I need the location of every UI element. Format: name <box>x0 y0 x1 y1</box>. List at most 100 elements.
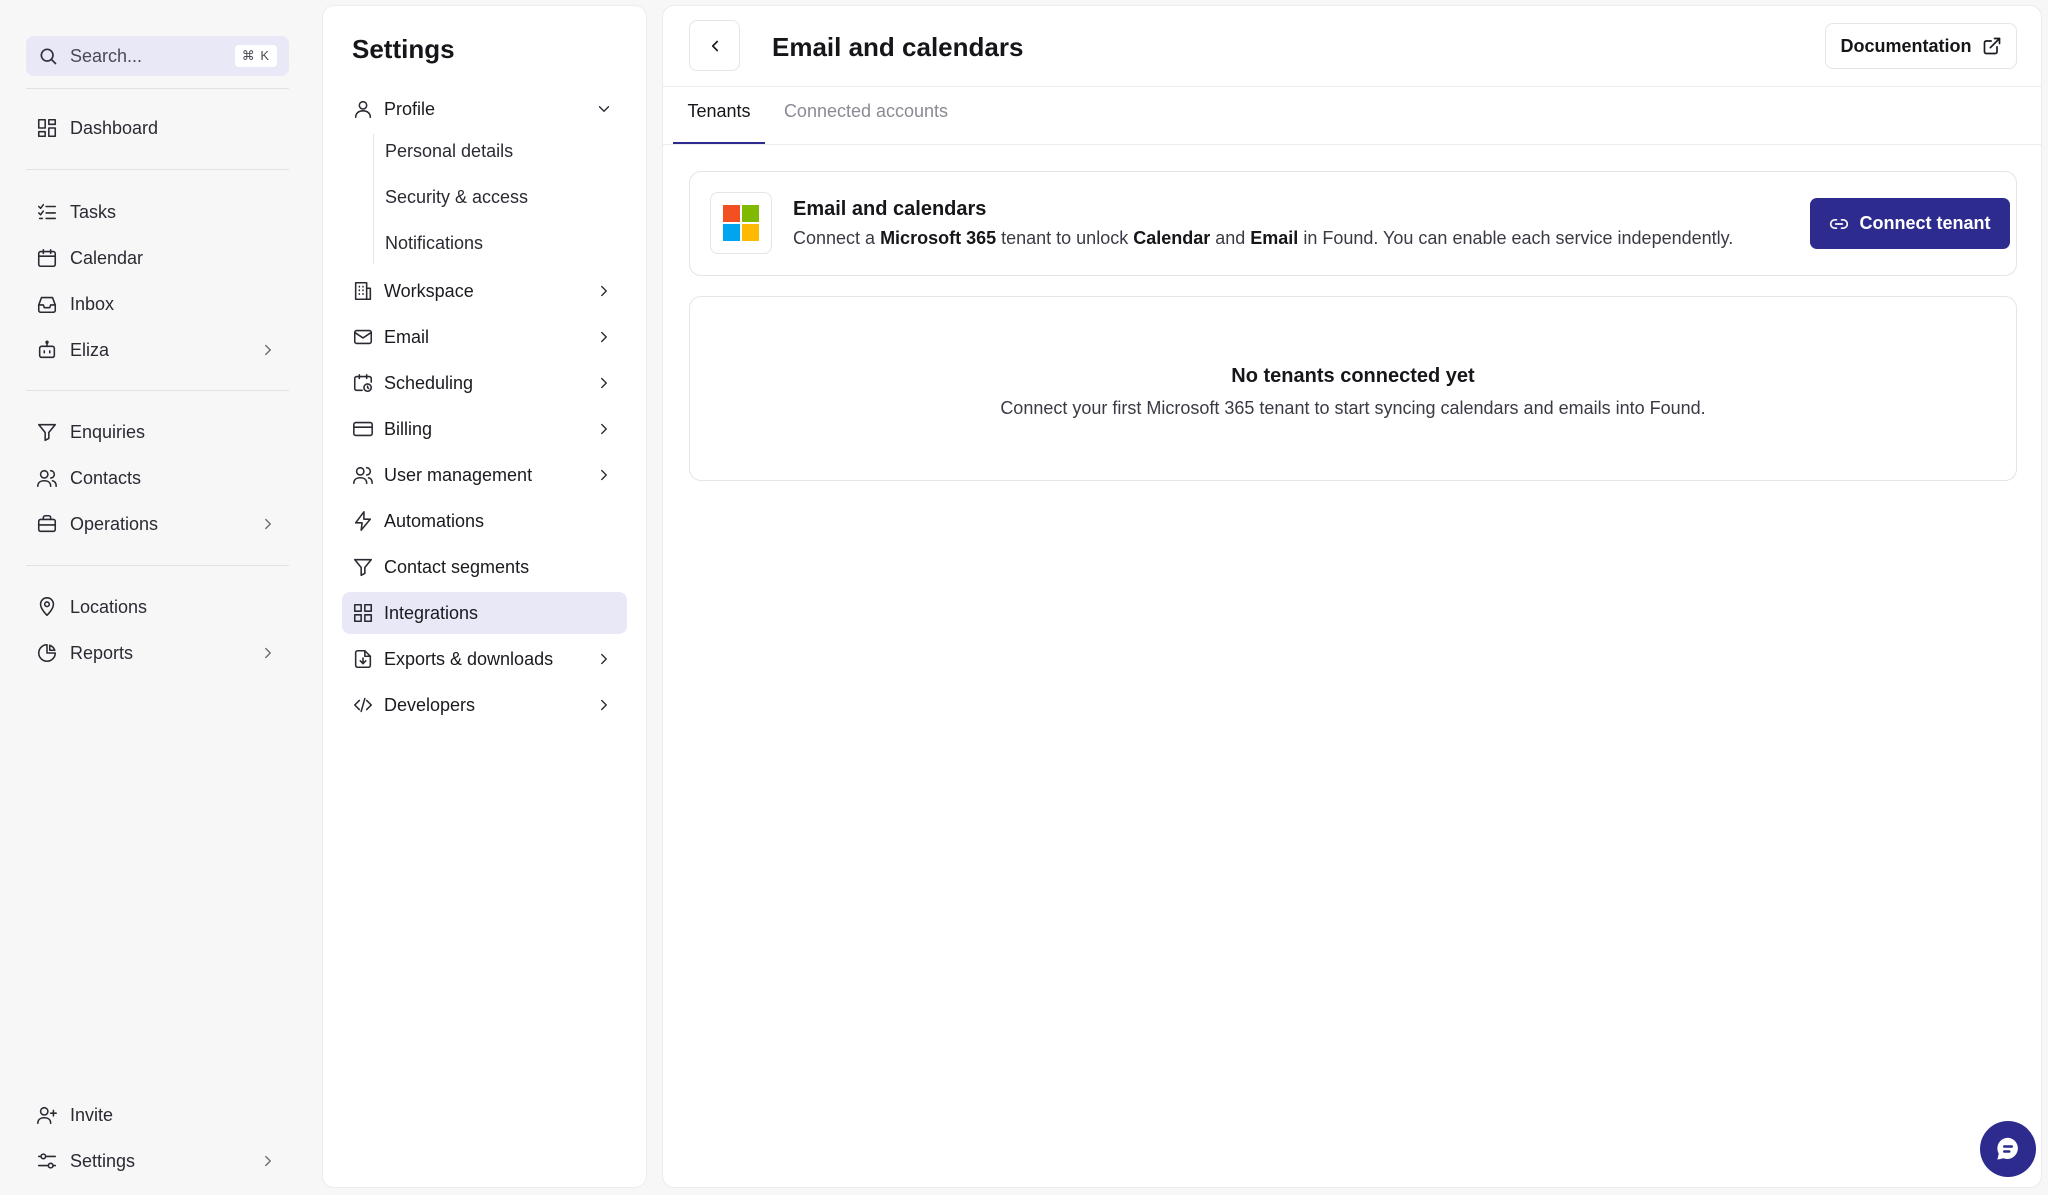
sidebar-divider <box>26 169 289 170</box>
sidebar-item-settings[interactable]: Settings <box>26 1141 289 1181</box>
briefcase-icon <box>36 513 58 535</box>
sidebar-item-label: Calendar <box>70 247 144 268</box>
external-link-icon <box>1972 36 2002 56</box>
file-download-icon <box>352 648 374 670</box>
tab-tenants[interactable]: Tenants <box>673 101 765 145</box>
sidebar-item-calendar[interactable]: Calendar <box>26 238 289 278</box>
page-title: Email and calendars <box>772 32 1024 62</box>
code-icon <box>352 694 374 716</box>
sidebar-divider <box>26 565 289 566</box>
settings-item-label: User management <box>384 464 533 485</box>
empty-state-description: Connect your first Microsoft 365 tenant … <box>1000 398 1706 418</box>
tasks-icon <box>36 201 58 223</box>
logo-square-blue <box>723 224 740 241</box>
settings-item-integrations[interactable]: Integrations <box>342 592 627 634</box>
chevron-right-icon <box>595 466 627 484</box>
pie-chart-icon <box>36 642 58 664</box>
header-divider <box>663 86 2041 87</box>
chat-icon <box>1993 1134 2023 1164</box>
connect-tenant-button[interactable]: Connect tenant <box>1810 198 2010 249</box>
settings-item-workspace[interactable]: Workspace <box>342 270 627 312</box>
sliders-icon <box>36 1150 58 1172</box>
settings-subitem-security-access[interactable]: Security & access <box>385 179 528 215</box>
settings-item-user-management[interactable]: User management <box>342 454 627 496</box>
sidebar-divider <box>26 88 289 89</box>
sidebar-item-contacts[interactable]: Contacts <box>26 458 289 498</box>
settings-item-label: Integrations <box>384 602 479 623</box>
settings-subitem-notifications[interactable]: Notifications <box>385 225 483 261</box>
sidebar-item-label: Dashboard <box>70 117 159 138</box>
search-placeholder: Search... <box>70 45 143 66</box>
users-icon <box>352 464 374 486</box>
sidebar-item-inbox[interactable]: Inbox <box>26 284 289 324</box>
sidebar-item-invite[interactable]: Invite <box>26 1095 289 1135</box>
chevron-left-icon <box>706 37 724 55</box>
logo-square-red <box>723 205 740 222</box>
settings-item-label: Billing <box>384 418 433 439</box>
main-content: Email and calendars Documentation Tenant… <box>662 5 2042 1188</box>
chevron-right-icon <box>595 328 627 346</box>
settings-item-billing[interactable]: Billing <box>342 408 627 450</box>
chevron-down-icon <box>595 100 627 118</box>
settings-item-contact-segments[interactable]: Contact segments <box>342 546 627 588</box>
zap-icon <box>352 510 374 532</box>
building-icon <box>352 280 374 302</box>
inbox-icon <box>36 293 58 315</box>
settings-item-scheduling[interactable]: Scheduling <box>342 362 627 404</box>
settings-item-label: Profile <box>384 98 436 119</box>
filter-icon <box>36 421 58 443</box>
sidebar-item-operations[interactable]: Operations <box>26 504 289 544</box>
settings-item-email[interactable]: Email <box>342 316 627 358</box>
sidebar-item-eliza[interactable]: Eliza <box>26 330 289 370</box>
sidebar-item-label: Operations <box>70 513 159 534</box>
back-button[interactable] <box>689 20 740 71</box>
connect-tenant-label: Connect tenant <box>1859 213 1991 233</box>
chat-launcher-button[interactable] <box>1980 1121 2036 1177</box>
sidebar-item-locations[interactable]: Locations <box>26 587 289 627</box>
sidebar-divider <box>26 390 289 391</box>
search-input[interactable]: Search... ⌘ K <box>26 36 289 76</box>
sidebar-item-label: Settings <box>70 1150 136 1171</box>
sidebar-item-label: Invite <box>70 1104 114 1125</box>
settings-title: Settings <box>352 34 455 64</box>
integration-card: Email and calendars Connect a Microsoft … <box>689 171 2017 276</box>
tab-connected-accounts[interactable]: Connected accounts <box>781 101 951 145</box>
calendar-icon <box>36 247 58 269</box>
settings-item-label: Email <box>384 326 430 347</box>
grid-icon <box>352 602 374 624</box>
logo-square-green <box>742 205 759 222</box>
sidebar-item-label: Contacts <box>70 467 142 488</box>
settings-item-developers[interactable]: Developers <box>342 684 627 726</box>
users-icon <box>36 467 58 489</box>
submenu-guide-line <box>373 134 374 264</box>
sidebar-item-label: Locations <box>70 596 148 617</box>
settings-item-label: Scheduling <box>384 372 474 393</box>
sidebar-item-reports[interactable]: Reports <box>26 633 289 673</box>
user-plus-icon <box>36 1104 58 1126</box>
settings-item-automations[interactable]: Automations <box>342 500 627 542</box>
settings-item-profile[interactable]: Profile <box>342 88 627 130</box>
settings-subitem-personal-details[interactable]: Personal details <box>385 133 513 169</box>
tabs-divider <box>663 144 2041 145</box>
settings-panel: Settings Profile Personal details Securi… <box>322 5 647 1188</box>
link-icon <box>1829 214 1859 234</box>
microsoft-logo-icon <box>710 192 772 254</box>
card-title: Email and calendars <box>793 198 987 220</box>
chevron-right-icon <box>595 650 627 668</box>
mail-icon <box>352 326 374 348</box>
chevron-right-icon <box>595 282 627 300</box>
documentation-label: Documentation <box>1840 35 1972 56</box>
sidebar-item-tasks[interactable]: Tasks <box>26 192 289 232</box>
chevron-right-icon <box>595 696 627 714</box>
settings-item-label: Workspace <box>384 280 474 301</box>
chevron-right-icon <box>259 644 289 662</box>
settings-item-label: Developers <box>384 694 476 715</box>
chevron-right-icon <box>259 1152 289 1170</box>
settings-item-exports[interactable]: Exports & downloads <box>342 638 627 680</box>
filter-icon <box>352 556 374 578</box>
sidebar-item-enquiries[interactable]: Enquiries <box>26 412 289 452</box>
settings-item-label: Exports & downloads <box>384 648 554 669</box>
bot-icon <box>36 339 58 361</box>
documentation-button[interactable]: Documentation <box>1825 23 2017 69</box>
sidebar-item-dashboard[interactable]: Dashboard <box>26 108 289 148</box>
